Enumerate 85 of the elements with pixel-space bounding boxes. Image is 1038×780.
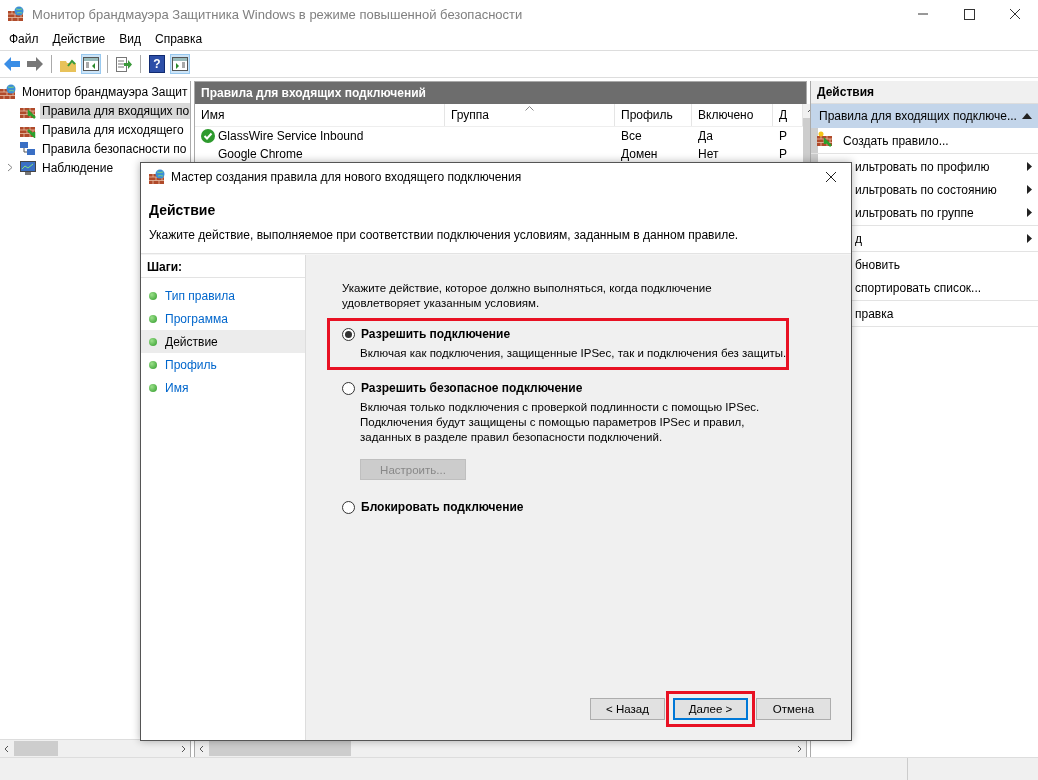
column-header[interactable]: Профиль <box>615 104 692 126</box>
table-cell: Домен <box>621 147 658 161</box>
tree-item[interactable]: Правила для входящих по <box>40 102 190 119</box>
action-item[interactable]: ильтровать по профилю <box>855 159 990 174</box>
column-header[interactable]: Группа <box>445 104 615 126</box>
wizard-step[interactable]: Имя <box>141 376 305 399</box>
sort-icon <box>525 106 534 111</box>
action-item[interactable]: ильтровать по состоянию <box>855 182 997 197</box>
prompt-text: Укажите действие, которое должно выполняться, когда подключение удовлетворяет указанным условиям. <box>342 281 713 311</box>
new-rule-icon <box>817 131 833 147</box>
option-label[interactable]: Разрешить подключение <box>361 327 511 341</box>
dialog-button[interactable]: < Назад <box>590 698 665 720</box>
check-icon <box>201 129 215 143</box>
submenu-arrow-icon <box>1027 234 1032 243</box>
option-description: Включая только подключения с проверкой подлинности с помощью IPSec. Подключения будут защищены с помощью параметров IPSec и правил, заданных в разделе правил безопасности подключений. <box>359 400 761 445</box>
toolbar-button[interactable]: ? <box>147 54 167 74</box>
pane-icon <box>172 57 188 71</box>
menu-item[interactable]: Действие <box>45 32 113 46</box>
radio-button[interactable] <box>342 500 355 514</box>
expand-icon[interactable] <box>7 163 13 172</box>
option-description: Включая как подключения, защищенные IPSec, так и подключения без защиты. <box>359 346 788 361</box>
pane-title: Правила для входящих подключений <box>195 82 806 104</box>
table-cell: Google Chrome <box>218 147 303 161</box>
table-cell: Р <box>779 129 787 143</box>
action-item[interactable]: ильтровать по группе <box>855 205 974 220</box>
column-header[interactable]: Включено <box>692 104 773 126</box>
submenu-arrow-icon <box>1027 185 1032 194</box>
wizard-step[interactable]: Профиль <box>141 353 305 376</box>
dialog-title: Мастер создания правила для нового входящего подключения <box>171 170 523 184</box>
toolbar-button[interactable] <box>25 54 45 74</box>
table-cell: Р <box>779 147 787 161</box>
action-item[interactable]: спортировать список... <box>855 280 982 295</box>
back-arrow-icon <box>4 57 20 71</box>
step-dot-icon <box>149 337 157 346</box>
column-header[interactable]: Имя <box>195 104 445 126</box>
tree-item[interactable]: Правила безопасности по <box>40 140 189 157</box>
step-dot-icon <box>149 383 157 392</box>
step-dot-icon <box>149 360 157 369</box>
dialog-button[interactable]: Далее > <box>673 698 748 720</box>
option-label[interactable]: Разрешить безопасное подключение <box>361 381 583 395</box>
firewall-icon <box>0 83 16 100</box>
table-cell: Все <box>621 129 642 143</box>
submenu-arrow-icon <box>1027 208 1032 217</box>
action-item[interactable]: д <box>855 231 862 246</box>
firewall-icon <box>149 169 165 185</box>
menu-item[interactable]: Файл <box>2 32 46 46</box>
action-item[interactable]: правка <box>855 306 894 321</box>
menu-item[interactable]: Справка <box>148 32 210 46</box>
pane-title: Действия <box>811 81 1038 104</box>
radio-button[interactable] <box>342 327 355 341</box>
table-cell: Нет <box>698 147 719 161</box>
table-cell: Да <box>698 129 713 143</box>
dialog-subtitle: Укажите действие, выполняемое при соответствии подключения условиям, заданным в данном правиле. <box>149 228 740 242</box>
step-dot-icon <box>149 291 157 300</box>
scrollbar-thumb[interactable] <box>14 741 58 756</box>
pane-icon <box>83 57 99 71</box>
tree-item[interactable]: Правила для исходящего <box>40 121 186 138</box>
menu-item[interactable]: Вид <box>112 32 148 46</box>
toolbar-button[interactable] <box>170 54 190 74</box>
forward-arrow-icon <box>27 57 43 71</box>
firewall-icon <box>8 6 24 22</box>
tree-item[interactable]: Монитор брандмауэра Защит <box>20 83 190 100</box>
toolbar-button[interactable] <box>114 54 134 74</box>
action-item[interactable]: бновить <box>855 257 900 272</box>
wizard-step[interactable]: Действие <box>141 330 305 353</box>
action-item[interactable]: Создать правило... <box>843 133 949 148</box>
export-icon <box>116 56 132 72</box>
monitor-icon <box>20 159 36 176</box>
step-dot-icon <box>149 314 157 323</box>
dialog-heading: Действие <box>149 202 217 218</box>
window-title: Монитор брандмауэра Защитника Windows в режиме повышенной безопасности <box>32 6 524 22</box>
table-cell: GlassWire Service Inbound <box>218 129 364 143</box>
collapse-icon <box>1022 113 1032 119</box>
option-label[interactable]: Блокировать подключение <box>361 500 524 514</box>
toolbar-button[interactable] <box>81 54 101 74</box>
submenu-arrow-icon <box>1027 162 1032 171</box>
tree-item[interactable]: Наблюдение <box>40 159 116 176</box>
steps-title: Шаги: <box>141 257 305 278</box>
radio-button[interactable] <box>342 381 355 395</box>
dialog-button[interactable]: Отмена <box>756 698 831 720</box>
wizard-step[interactable]: Программа <box>141 307 305 330</box>
scrollbar-thumb[interactable] <box>209 741 351 756</box>
actions-section-header[interactable]: Правила для входящих подключе... <box>811 104 1038 128</box>
wizard-step[interactable]: Тип правила <box>141 284 305 307</box>
computers-icon <box>20 140 36 157</box>
